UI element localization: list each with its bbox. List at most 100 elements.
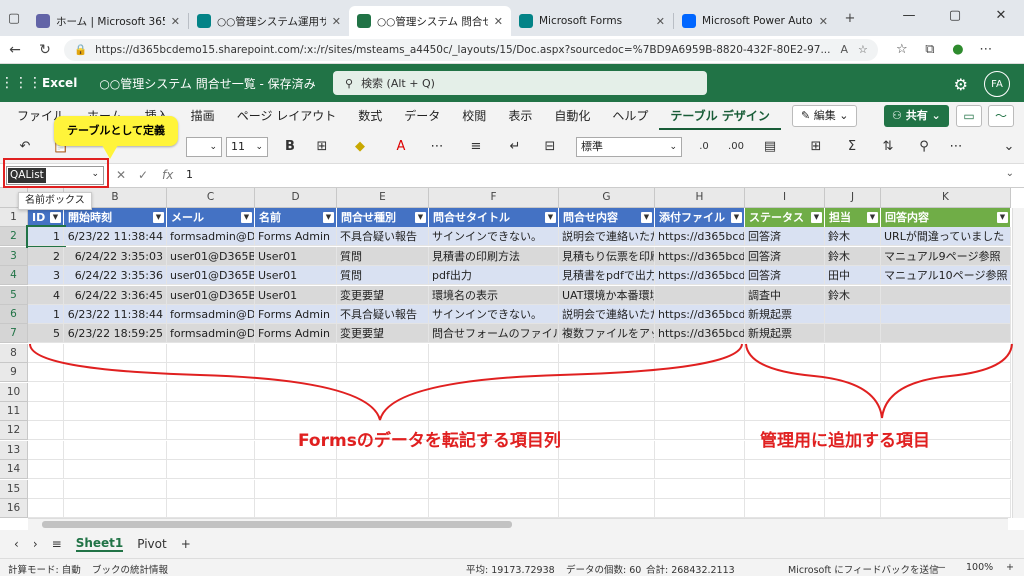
table-cell[interactable]: 問合せフォームのファイル [429, 324, 559, 344]
empty-cell[interactable] [559, 343, 655, 363]
favorites-icon[interactable]: ☆ [888, 42, 916, 57]
filter-dropdown-icon[interactable]: ▼ [867, 212, 878, 223]
empty-cell[interactable] [881, 479, 1011, 499]
empty-cell[interactable] [167, 421, 255, 441]
empty-cell[interactable] [28, 460, 64, 480]
empty-cell[interactable] [167, 479, 255, 499]
table-cell[interactable]: 1 [28, 305, 64, 324]
row-header[interactable]: 8 [0, 343, 28, 363]
empty-cell[interactable] [64, 343, 167, 363]
empty-cell[interactable] [745, 402, 825, 421]
table-cell[interactable]: formsadmin@D365B [167, 305, 255, 324]
gear-icon[interactable]: ⚙ [954, 75, 968, 94]
table-cell[interactable]: 不具合疑い報告 [337, 227, 429, 247]
empty-cell[interactable] [429, 382, 559, 402]
close-tab-icon[interactable]: ✕ [332, 15, 341, 28]
table-cell[interactable]: 見積書の印刷方法 [429, 246, 559, 266]
column-header[interactable]: E [337, 188, 429, 208]
sort-filter-icon[interactable]: ⇅ [878, 137, 898, 157]
refresh-icon[interactable]: ↻ [30, 42, 60, 58]
column-header[interactable]: I [745, 188, 825, 208]
row-header[interactable]: 14 [0, 460, 28, 480]
new-tab-icon[interactable]: + [836, 0, 864, 36]
row-header[interactable]: 16 [0, 499, 28, 518]
empty-cell[interactable] [559, 479, 655, 499]
filter-dropdown-icon[interactable]: ▼ [415, 212, 426, 223]
table-cell[interactable] [881, 305, 1011, 324]
table-cell[interactable]: Forms Admin [255, 324, 337, 344]
table-cell[interactable]: https://d365bcd [655, 227, 745, 247]
table-cell[interactable]: 回答済 [745, 227, 825, 247]
table-cell[interactable]: 6/24/22 3:36:45 [64, 285, 167, 305]
empty-cell[interactable] [881, 499, 1011, 518]
table-cell[interactable]: 不具合疑い報告 [337, 305, 429, 324]
filter-dropdown-icon[interactable]: ▼ [545, 212, 556, 223]
empty-cell[interactable] [745, 499, 825, 518]
table-cell[interactable]: 環境名の表示 [429, 285, 559, 305]
empty-cell[interactable] [655, 343, 745, 363]
table-cell[interactable]: 回答済 [745, 246, 825, 266]
column-header[interactable]: F [429, 188, 559, 208]
font-color-icon[interactable]: A [392, 137, 410, 157]
empty-cell[interactable] [881, 460, 1011, 480]
empty-cell[interactable] [881, 402, 1011, 421]
filter-dropdown-icon[interactable]: ▼ [241, 212, 252, 223]
merge-icon[interactable]: ⊟ [540, 137, 560, 157]
row-header[interactable]: 15 [0, 479, 28, 499]
table-cell[interactable] [655, 285, 745, 305]
close-tab-icon[interactable]: ✕ [656, 15, 665, 28]
row-header[interactable]: 5 [0, 285, 28, 305]
empty-cell[interactable] [559, 363, 655, 383]
bold-button[interactable]: B [282, 137, 298, 157]
table-header-cell[interactable]: ステータス ▼ [745, 208, 825, 227]
align-icon[interactable]: ≡ [466, 137, 486, 157]
tab-view[interactable]: 表示 [497, 102, 543, 130]
empty-cell[interactable] [429, 499, 559, 518]
tab-formulas[interactable]: 数式 [347, 102, 393, 130]
row-header[interactable]: 2 [0, 227, 28, 247]
empty-cell[interactable] [559, 402, 655, 421]
empty-cell[interactable] [167, 402, 255, 421]
empty-cell[interactable] [429, 343, 559, 363]
empty-cell[interactable] [559, 382, 655, 402]
empty-cell[interactable] [825, 363, 881, 383]
empty-cell[interactable] [429, 402, 559, 421]
table-cell[interactable] [881, 324, 1011, 344]
table-cell[interactable]: https://d365bcd [655, 305, 745, 324]
conditional-format-icon[interactable]: ▤ [760, 137, 780, 157]
fill-color-icon[interactable]: ◆ [350, 137, 370, 157]
table-cell[interactable]: 鈴木 [825, 246, 881, 266]
table-cell[interactable]: 調査中 [745, 285, 825, 305]
empty-cell[interactable] [655, 363, 745, 383]
minimize-icon[interactable]: — [886, 0, 932, 32]
cancel-icon[interactable]: ✕ [116, 168, 126, 182]
row-header[interactable]: 6 [0, 305, 28, 324]
table-cell[interactable]: マニュアル9ページ参照 [881, 246, 1011, 266]
empty-cell[interactable] [337, 382, 429, 402]
tab-page-layout[interactable]: ページ レイアウト [226, 102, 348, 130]
table-cell[interactable]: user01@D365BC [167, 285, 255, 305]
all-sheets-icon[interactable]: ≡ [52, 537, 62, 551]
scroll-thumb[interactable] [42, 521, 512, 528]
table-cell[interactable]: UAT環境か本番環境かが分かるよう [559, 285, 655, 305]
next-sheet-icon[interactable]: › [33, 537, 38, 551]
more-icon[interactable]: ⋯ [972, 42, 1000, 57]
empty-cell[interactable] [167, 382, 255, 402]
decrease-decimal-icon[interactable]: .00 [726, 137, 746, 157]
table-cell[interactable]: 質問 [337, 246, 429, 266]
empty-cell[interactable] [337, 499, 429, 518]
table-cell[interactable] [825, 305, 881, 324]
empty-cell[interactable] [825, 343, 881, 363]
share-button[interactable]: ⚇ 共有 ⌄ [884, 105, 949, 127]
table-header-cell[interactable]: ID ▼ [28, 208, 64, 227]
autosum-icon[interactable]: Σ [842, 137, 862, 157]
empty-cell[interactable] [745, 363, 825, 383]
empty-cell[interactable] [255, 499, 337, 518]
avatar[interactable]: FA [984, 71, 1010, 97]
table-cell[interactable]: 説明会で連絡いただいた [559, 305, 655, 324]
table-cell[interactable]: サインインできない。 [429, 227, 559, 247]
empty-cell[interactable] [655, 499, 745, 518]
empty-cell[interactable] [825, 499, 881, 518]
empty-cell[interactable] [255, 363, 337, 383]
empty-cell[interactable] [429, 479, 559, 499]
